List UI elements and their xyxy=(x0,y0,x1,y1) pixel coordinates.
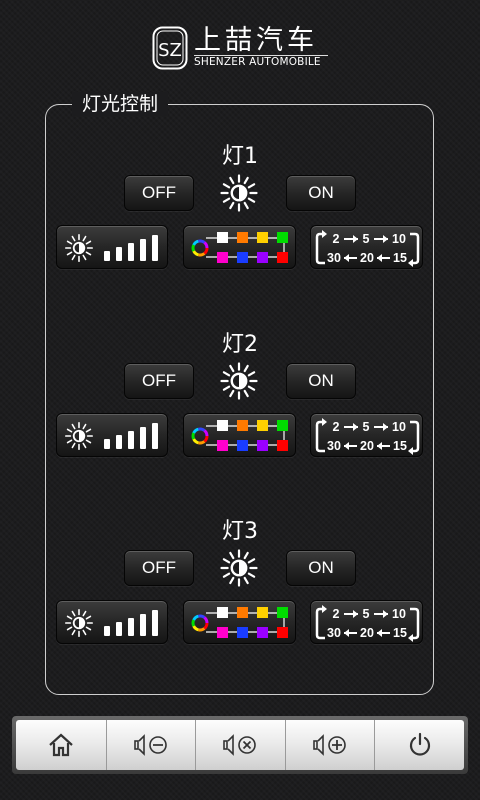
color-mode-button[interactable] xyxy=(183,225,296,269)
volume-up-button[interactable] xyxy=(284,720,375,770)
light-off-button[interactable]: OFF xyxy=(124,550,194,586)
light-group-3: 灯3 OFF ON 2 5 10 30 20 15 xyxy=(0,518,480,648)
svg-text:15: 15 xyxy=(393,439,407,453)
light-title: 灯2 xyxy=(222,332,258,357)
svg-text:5: 5 xyxy=(363,420,370,434)
bottom-toolbar-inner xyxy=(16,720,464,770)
brand-logo: SZ 上喆汽车 SHENZER AUTOMOBILE xyxy=(152,24,332,74)
color-palette-icon xyxy=(191,607,288,638)
color-mode-button[interactable] xyxy=(183,413,296,457)
volume-mute-icon xyxy=(223,734,257,756)
svg-text:30: 30 xyxy=(327,251,341,265)
light-title: 灯1 xyxy=(222,144,258,169)
svg-text:10: 10 xyxy=(392,607,406,621)
cycle-timer-icon: 2 5 10 30 20 15 xyxy=(315,418,420,455)
light-off-button[interactable]: OFF xyxy=(124,363,194,399)
svg-text:20: 20 xyxy=(360,251,374,265)
cycle-timer-button[interactable]: 2 5 10 30 20 15 xyxy=(310,413,423,457)
volume-down-button[interactable] xyxy=(105,720,196,770)
power-icon xyxy=(409,732,430,756)
bottom-toolbar xyxy=(12,716,468,774)
logo-mark-text: SZ xyxy=(158,40,182,61)
mute-button[interactable] xyxy=(195,720,285,770)
cycle-timer-button[interactable]: 2 5 10 30 20 15 xyxy=(310,225,423,269)
sun-icon xyxy=(220,549,258,587)
color-palette-icon xyxy=(191,420,288,451)
light-group-2: 灯2 OFF ON 2 5 10 30 20 15 xyxy=(0,331,480,461)
svg-text:5: 5 xyxy=(363,232,370,246)
home-button[interactable] xyxy=(16,720,106,770)
svg-text:15: 15 xyxy=(393,626,407,640)
svg-text:5: 5 xyxy=(363,607,370,621)
sun-icon xyxy=(220,362,258,400)
brightness-button[interactable] xyxy=(56,413,168,457)
svg-text:30: 30 xyxy=(327,439,341,453)
sz-logo-icon: SZ xyxy=(152,26,188,70)
light-on-button[interactable]: ON xyxy=(286,175,356,211)
svg-text:20: 20 xyxy=(360,439,374,453)
brightness-button[interactable] xyxy=(56,600,168,644)
volume-minus-icon xyxy=(134,734,167,756)
brand-name-cn: 上喆汽车 xyxy=(194,25,318,56)
cycle-timer-icon: 2 5 10 30 20 15 xyxy=(315,230,420,267)
light-title: 灯3 xyxy=(222,519,258,544)
home-icon xyxy=(49,733,73,757)
light-on-button[interactable]: ON xyxy=(286,550,356,586)
brightness-bars-icon xyxy=(65,422,158,451)
brightness-button[interactable] xyxy=(56,225,168,269)
light-off-button[interactable]: OFF xyxy=(124,175,194,211)
svg-text:2: 2 xyxy=(333,607,340,621)
volume-plus-icon xyxy=(313,734,346,756)
power-button[interactable] xyxy=(374,720,464,770)
svg-text:10: 10 xyxy=(392,420,406,434)
brightness-bars-icon xyxy=(65,609,158,638)
svg-text:2: 2 xyxy=(333,420,340,434)
brightness-bars-icon xyxy=(65,234,158,263)
cycle-timer-button[interactable]: 2 5 10 30 20 15 xyxy=(310,600,423,644)
svg-text:30: 30 xyxy=(327,626,341,640)
cycle-timer-icon: 2 5 10 30 20 15 xyxy=(315,605,420,642)
color-palette-icon xyxy=(191,232,288,263)
panel-title: 灯光控制 xyxy=(72,92,169,116)
light-on-button[interactable]: ON xyxy=(286,363,356,399)
light-group-1: 灯1 OFF ON 2 5 10 30 20 15 xyxy=(0,143,480,273)
brand-name-en: SHENZER AUTOMOBILE xyxy=(194,56,321,68)
svg-text:20: 20 xyxy=(360,626,374,640)
color-mode-button[interactable] xyxy=(183,600,296,644)
sun-icon xyxy=(220,174,258,212)
svg-text:2: 2 xyxy=(333,232,340,246)
svg-text:15: 15 xyxy=(393,251,407,265)
svg-text:10: 10 xyxy=(392,232,406,246)
